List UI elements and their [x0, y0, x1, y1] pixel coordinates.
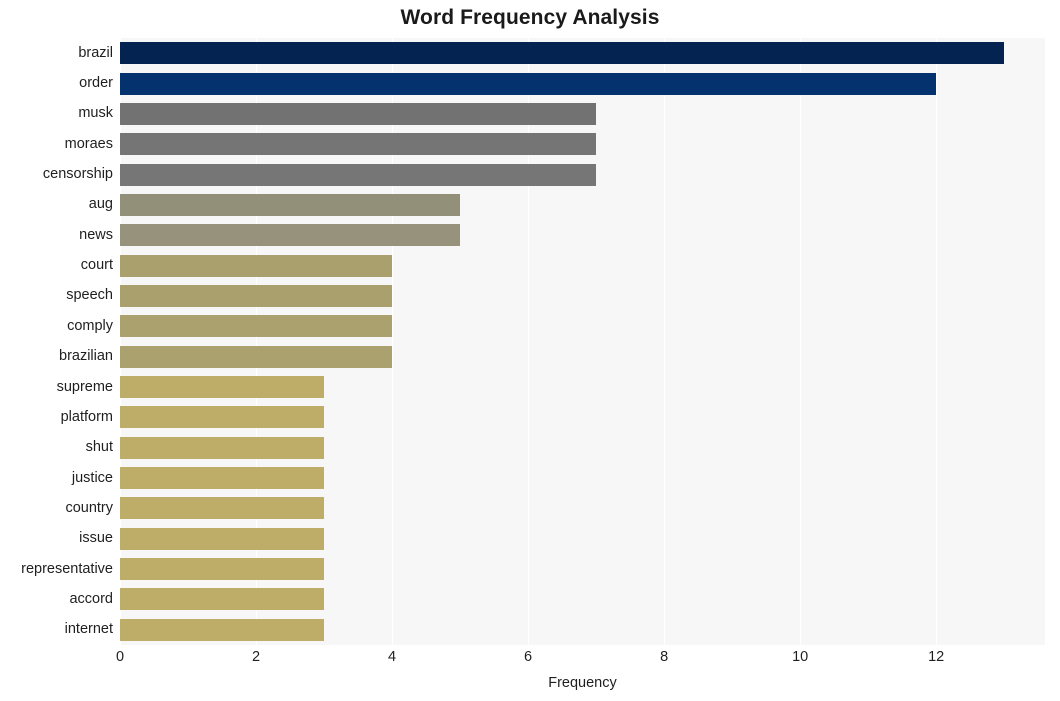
bar-row	[120, 463, 1045, 493]
bar-row	[120, 250, 1045, 280]
y-axis-tick-labels: brazil order musk moraes censorship aug news co…	[0, 38, 113, 645]
y-tick-label-aug: aug	[88, 196, 113, 213]
bar-justice	[120, 467, 325, 490]
y-tick-label-issue: issue	[79, 530, 113, 547]
bar-comply	[120, 315, 393, 338]
bar-row	[120, 615, 1045, 645]
x-tick-label-12: 12	[928, 649, 945, 665]
bar-aug	[120, 193, 461, 216]
bar-row	[120, 342, 1045, 372]
y-tick-label-country: country	[65, 499, 113, 516]
bar-row	[120, 159, 1045, 189]
bar-row	[120, 68, 1045, 98]
bar-representative	[120, 558, 325, 581]
bar-row	[120, 402, 1045, 432]
bar-censorship	[120, 163, 597, 186]
bar-row	[120, 493, 1045, 523]
bar-row	[120, 99, 1045, 129]
bar-platform	[120, 406, 325, 429]
y-tick-label-shut: shut	[85, 439, 113, 456]
x-tick-label-10: 10	[792, 649, 809, 665]
y-tick-label-court: court	[80, 257, 113, 274]
bar-row	[120, 281, 1045, 311]
x-axis-title: Frequency	[548, 675, 617, 691]
bar-row	[120, 190, 1045, 220]
x-tick-label-4: 4	[388, 649, 397, 665]
bar-row	[120, 129, 1045, 159]
y-tick-label-musk: musk	[78, 105, 113, 122]
y-tick-label-supreme: supreme	[56, 378, 113, 395]
bar-supreme	[120, 376, 325, 399]
bar-row	[120, 372, 1045, 402]
chart-figure: Word Frequency Analysis brazil order musk m…	[0, 0, 1060, 701]
bar-internet	[120, 618, 325, 641]
bar-series	[120, 38, 1045, 645]
x-tick-label-6: 6	[524, 649, 533, 665]
y-tick-label-justice: justice	[71, 469, 113, 486]
y-tick-label-order: order	[79, 75, 113, 92]
bar-brazil	[120, 42, 1005, 65]
y-tick-label-brazilian: brazilian	[59, 348, 113, 365]
bar-moraes	[120, 133, 597, 156]
bar-shut	[120, 436, 325, 459]
bar-row	[120, 38, 1045, 68]
bar-row	[120, 433, 1045, 463]
bar-musk	[120, 102, 597, 125]
y-tick-label-accord: accord	[69, 590, 113, 607]
bar-issue	[120, 527, 325, 550]
bar-speech	[120, 284, 393, 307]
y-tick-label-platform: platform	[60, 408, 113, 425]
bar-country	[120, 497, 325, 520]
y-tick-label-censorship: censorship	[42, 166, 113, 183]
bar-row	[120, 311, 1045, 341]
x-tick-label-2: 2	[251, 649, 261, 665]
y-tick-label-news: news	[79, 226, 113, 243]
y-tick-label-representative: representative	[21, 560, 113, 577]
x-tick-label-8: 8	[660, 649, 669, 665]
bar-court	[120, 254, 393, 277]
x-tick-label-0: 0	[115, 649, 125, 665]
y-tick-label-brazil: brazil	[78, 44, 113, 61]
bar-accord	[120, 588, 325, 611]
bar-row	[120, 584, 1045, 614]
bar-news	[120, 224, 461, 247]
bar-order	[120, 72, 937, 95]
y-tick-label-internet: internet	[64, 621, 113, 638]
y-tick-label-moraes: moraes	[64, 135, 113, 152]
bar-row	[120, 554, 1045, 584]
bar-brazilian	[120, 345, 393, 368]
y-tick-label-speech: speech	[66, 287, 113, 304]
chart-title: Word Frequency Analysis	[400, 6, 660, 29]
x-axis-tick-labels: 0 2 4 6 8 10 12	[0, 650, 1060, 672]
bar-row	[120, 524, 1045, 554]
y-tick-label-comply: comply	[67, 317, 113, 334]
bar-row	[120, 220, 1045, 250]
plot-area	[120, 38, 1045, 645]
